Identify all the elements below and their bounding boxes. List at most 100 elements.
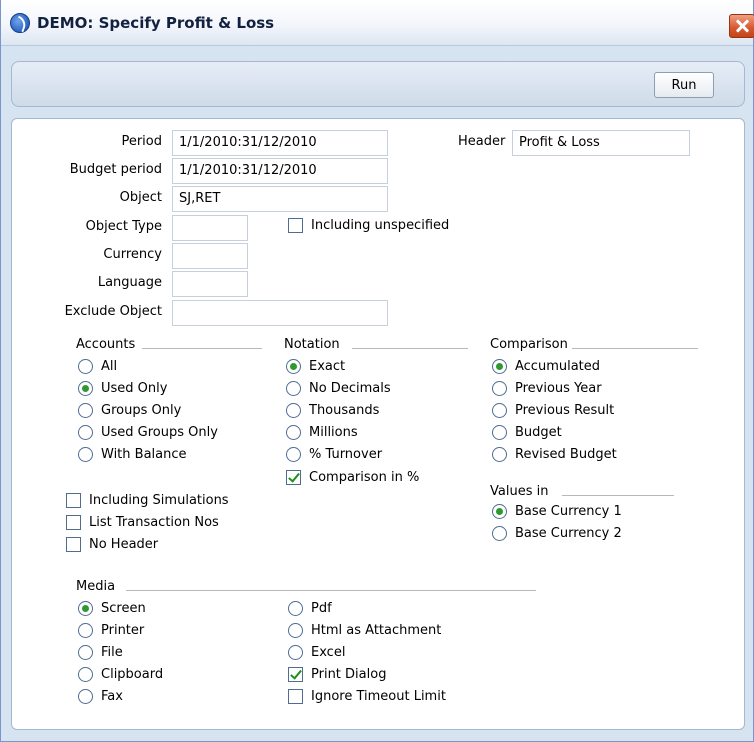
checkbox-checked-icon[interactable]: [286, 470, 301, 485]
media-option-pdf[interactable]: Pdf: [288, 601, 332, 616]
including-unspecified-option[interactable]: Including unspecified: [288, 218, 449, 233]
radio-icon[interactable]: [492, 425, 507, 440]
radio-icon[interactable]: [492, 403, 507, 418]
toolbar: Run: [11, 61, 745, 107]
notation-option-turnover[interactable]: % Turnover: [286, 447, 382, 462]
media-option-excel[interactable]: Excel: [288, 645, 345, 660]
accounts-option-used-only[interactable]: Used Only: [78, 381, 167, 396]
comparison-option-previous-year[interactable]: Previous Year: [492, 381, 602, 396]
option-label: Printer: [101, 623, 145, 638]
radio-icon[interactable]: [288, 645, 303, 660]
notation-option-exact[interactable]: Exact: [286, 359, 345, 374]
header-field[interactable]: Profit & Loss: [512, 130, 690, 156]
checkbox-checked-icon[interactable]: [288, 667, 303, 682]
radio-icon[interactable]: [492, 381, 507, 396]
accounts-option-groups-only[interactable]: Groups Only: [78, 403, 181, 418]
radio-icon[interactable]: [286, 381, 301, 396]
notation-option-no-decimals[interactable]: No Decimals: [286, 381, 391, 396]
object-label: Object: [119, 190, 162, 205]
no-header-option[interactable]: No Header: [66, 537, 158, 552]
radio-selected-icon[interactable]: [78, 601, 93, 616]
accounts-option-all[interactable]: All: [78, 359, 117, 374]
radio-icon[interactable]: [78, 447, 93, 462]
radio-icon[interactable]: [288, 601, 303, 616]
title-bar: DEMO: Specify Profit & Loss: [1, 0, 754, 46]
app-logo-icon: [10, 13, 30, 33]
radio-icon[interactable]: [78, 645, 93, 660]
media-option-clipboard[interactable]: Clipboard: [78, 667, 163, 682]
notation-option-millions[interactable]: Millions: [286, 425, 358, 440]
comparison-option-previous-result[interactable]: Previous Result: [492, 403, 614, 418]
checkbox-icon[interactable]: [288, 689, 303, 704]
radio-icon[interactable]: [286, 447, 301, 462]
radio-icon[interactable]: [78, 623, 93, 638]
radio-icon[interactable]: [78, 667, 93, 682]
radio-icon[interactable]: [78, 425, 93, 440]
radio-icon[interactable]: [78, 689, 93, 704]
close-button[interactable]: [729, 14, 754, 38]
option-label: Html as Attachment: [311, 623, 442, 638]
budget-period-field[interactable]: 1/1/2010:31/12/2010: [172, 158, 388, 184]
checkbox-icon[interactable]: [66, 537, 81, 552]
list-transaction-nos-option[interactable]: List Transaction Nos: [66, 515, 219, 530]
values-in-option-base-currency-1[interactable]: Base Currency 1: [492, 504, 622, 519]
media-option-printer[interactable]: Printer: [78, 623, 144, 638]
media-option-file[interactable]: File: [78, 645, 123, 660]
including-simulations-option[interactable]: Including Simulations: [66, 493, 229, 508]
including-unspecified-checkbox[interactable]: [288, 218, 303, 233]
accounts-option-used-groups-only[interactable]: Used Groups Only: [78, 425, 218, 440]
radio-icon[interactable]: [286, 403, 301, 418]
language-label: Language: [97, 275, 162, 290]
radio-icon[interactable]: [286, 425, 301, 440]
option-label: Including Simulations: [89, 493, 229, 508]
option-label: Previous Year: [515, 381, 602, 396]
comparison-option-accumulated[interactable]: Accumulated: [492, 359, 600, 374]
ignore-timeout-option[interactable]: Ignore Timeout Limit: [288, 689, 446, 704]
radio-icon[interactable]: [492, 526, 507, 541]
exclude-object-field[interactable]: [172, 300, 388, 326]
object-type-field[interactable]: [172, 215, 248, 241]
object-field[interactable]: SJ,RET: [172, 186, 388, 212]
run-button[interactable]: Run: [654, 72, 714, 98]
option-label: Print Dialog: [311, 667, 387, 682]
radio-icon[interactable]: [288, 623, 303, 638]
accounts-option-with-balance[interactable]: With Balance: [78, 447, 187, 462]
media-option-screen[interactable]: Screen: [78, 601, 146, 616]
comparison-in-percent-option[interactable]: Comparison in %: [286, 470, 419, 485]
radio-icon[interactable]: [492, 447, 507, 462]
currency-label: Currency: [103, 247, 162, 262]
option-label: No Decimals: [309, 381, 391, 396]
comparison-option-budget[interactable]: Budget: [492, 425, 562, 440]
checkbox-icon[interactable]: [66, 515, 81, 530]
dialog-window: DEMO: Specify Profit & Loss Run Period 1…: [0, 0, 754, 742]
media-option-html-attachment[interactable]: Html as Attachment: [288, 623, 441, 638]
radio-selected-icon[interactable]: [492, 504, 507, 519]
period-field[interactable]: 1/1/2010:31/12/2010: [172, 130, 388, 156]
option-label: Used Only: [101, 381, 168, 396]
accounts-divider: [142, 348, 262, 349]
radio-selected-icon[interactable]: [492, 359, 507, 374]
option-label: Fax: [101, 689, 123, 704]
radio-icon[interactable]: [78, 359, 93, 374]
radio-icon[interactable]: [78, 403, 93, 418]
radio-selected-icon[interactable]: [78, 381, 93, 396]
comparison-option-revised-budget[interactable]: Revised Budget: [492, 447, 617, 462]
option-label: Clipboard: [101, 667, 164, 682]
option-label: List Transaction Nos: [89, 515, 219, 530]
checkbox-icon[interactable]: [66, 493, 81, 508]
specification-panel: Period 1/1/2010:31/12/2010 Budget period…: [11, 118, 745, 730]
option-label: Previous Result: [515, 403, 615, 418]
currency-field[interactable]: [172, 243, 248, 269]
values-in-title: Values in: [490, 484, 549, 499]
option-label: Budget: [515, 425, 562, 440]
radio-selected-icon[interactable]: [286, 359, 301, 374]
period-label: Period: [121, 134, 162, 149]
option-label: Screen: [101, 601, 146, 616]
language-field[interactable]: [172, 271, 248, 297]
values-in-option-base-currency-2[interactable]: Base Currency 2: [492, 526, 622, 541]
print-dialog-option[interactable]: Print Dialog: [288, 667, 386, 682]
media-option-fax[interactable]: Fax: [78, 689, 123, 704]
exclude-object-label: Exclude Object: [64, 304, 162, 319]
notation-option-thousands[interactable]: Thousands: [286, 403, 379, 418]
accounts-title: Accounts: [76, 337, 136, 352]
